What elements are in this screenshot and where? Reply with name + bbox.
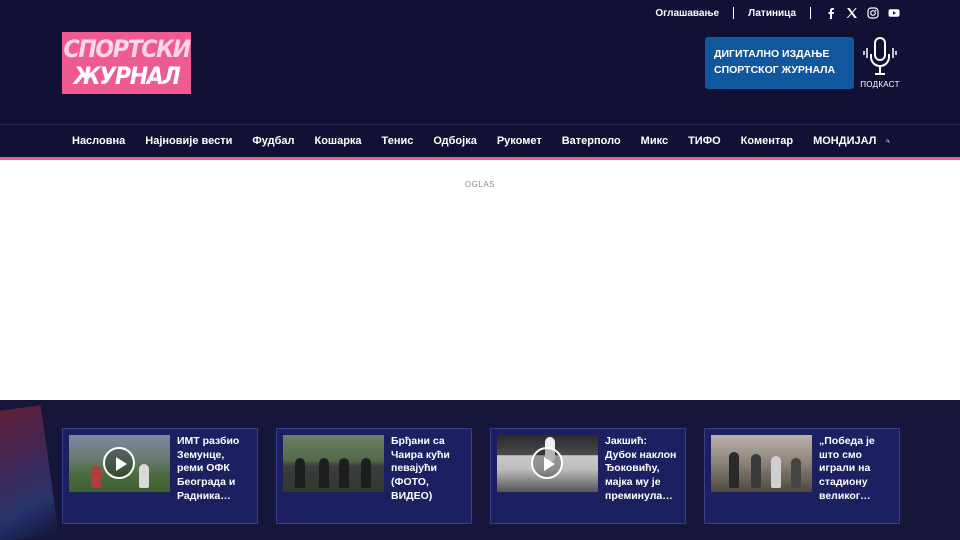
digital-edition-line-1: ДИГИТАЛНО ИЗДАЊЕ	[714, 48, 830, 60]
article-thumbnail[interactable]	[283, 435, 384, 492]
player-figure	[139, 464, 149, 488]
person-figure	[771, 456, 781, 488]
nav-item-mix[interactable]: Микс	[631, 135, 678, 147]
article-thumbnail[interactable]	[711, 435, 812, 492]
podcast-button[interactable]: ПОДКАСТ	[858, 36, 902, 92]
player-figure	[91, 466, 101, 488]
ad-label: OGLAS	[464, 180, 496, 189]
nav-item-football[interactable]: Фудбал	[242, 135, 304, 147]
social-links	[825, 7, 900, 19]
person-figure	[791, 458, 801, 488]
nav-item-volleyball[interactable]: Одбојка	[423, 135, 486, 147]
site-header: Оглашавање Латиница СПОРТСКИ ЖУРНАЛ ДИГИ…	[0, 0, 960, 160]
article-thumbnail[interactable]	[497, 435, 598, 492]
site-logo[interactable]: СПОРТСКИ ЖУРНАЛ	[62, 32, 191, 94]
featured-card[interactable]: Јакшић: Дубок наклон Ђоковићу, мајка му …	[490, 428, 686, 524]
digital-edition-line-2: СПОРТСКОГ ЖУРНАЛА	[714, 64, 836, 76]
ads-link[interactable]: Оглашавање	[655, 8, 719, 19]
x-icon[interactable]	[846, 7, 858, 19]
article-title[interactable]: Јакшић: Дубок наклон Ђоковићу, мајка му …	[598, 435, 679, 517]
youtube-icon[interactable]	[888, 7, 900, 19]
player-figure	[295, 458, 305, 488]
play-icon[interactable]	[531, 447, 563, 479]
person-figure	[751, 454, 761, 488]
featured-band: ИМТ разбио Земунце, реми ОФК Београда и …	[0, 400, 960, 540]
nav-item-tennis[interactable]: Тенис	[372, 135, 424, 147]
player-figure	[339, 458, 349, 488]
facebook-icon[interactable]	[825, 7, 837, 19]
nav-item-latest-news[interactable]: Најновије вести	[135, 135, 242, 147]
logo-line-1: СПОРТСКИ	[63, 35, 191, 63]
flag-decoration	[0, 405, 59, 540]
nav-item-mundial[interactable]: МОНДИЈАЛ	[803, 135, 886, 147]
play-icon[interactable]	[103, 447, 135, 479]
latin-script-link[interactable]: Латиница	[748, 8, 796, 19]
instagram-icon[interactable]	[867, 7, 879, 19]
divider	[733, 7, 735, 19]
main-nav: Насловна Најновије вести Фудбал Кошарка …	[62, 125, 902, 157]
featured-card[interactable]: „Победа је што смо играли на стадиону ве…	[704, 428, 900, 524]
nav-item-commentary[interactable]: Коментар	[731, 135, 803, 147]
nav-item-tifo[interactable]: ТИФО	[678, 135, 731, 147]
article-title[interactable]: Брђани са Чаира кући певајући (ФОТО, ВИД…	[384, 435, 465, 517]
article-title[interactable]: „Победа је што смо играли на стадиону ве…	[812, 435, 893, 517]
article-title[interactable]: ИМТ разбио Земунце, реми ОФК Београда и …	[170, 435, 251, 517]
digital-edition-button[interactable]: ДИГИТАЛНО ИЗДАЊЕ СПОРТСКОГ ЖУРНАЛА	[705, 37, 854, 89]
nav-item-basketball[interactable]: Кошарка	[304, 135, 371, 147]
nav-item-handball[interactable]: Рукомет	[487, 135, 552, 147]
podcast-label: ПОДКАСТ	[860, 80, 900, 89]
nav-item-home[interactable]: Насловна	[62, 135, 135, 147]
person-figure	[729, 452, 739, 488]
article-thumbnail[interactable]	[69, 435, 170, 492]
player-figure	[319, 458, 329, 488]
featured-cards: ИМТ разбио Земунце, реми ОФК Београда и …	[62, 428, 900, 524]
featured-card[interactable]: ИМТ разбио Земунце, реми ОФК Београда и …	[62, 428, 258, 524]
player-figure	[361, 458, 371, 488]
divider	[810, 7, 811, 19]
accent-bar	[0, 157, 960, 160]
featured-card[interactable]: Брђани са Чаира кући певајући (ФОТО, ВИД…	[276, 428, 472, 524]
nav-item-waterpolo[interactable]: Ватерполо	[552, 135, 631, 147]
microphone-icon	[863, 37, 897, 75]
top-bar: Оглашавање Латиница	[655, 6, 900, 20]
search-icon[interactable]	[886, 135, 890, 147]
logo-line-2: ЖУРНАЛ	[73, 62, 181, 90]
